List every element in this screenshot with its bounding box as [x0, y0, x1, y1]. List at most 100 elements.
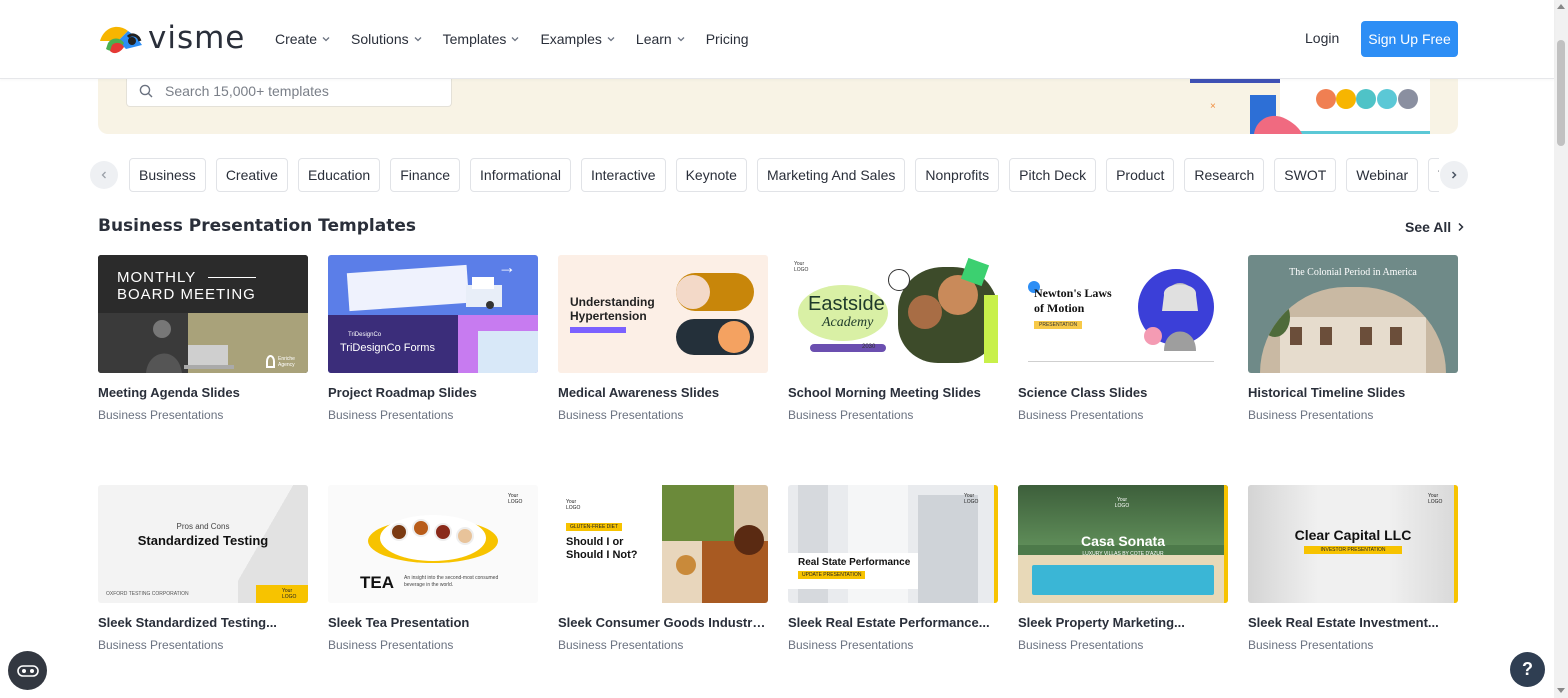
card-category: Business Presentations: [1248, 408, 1374, 422]
see-all-link[interactable]: See All: [1405, 219, 1465, 235]
template-thumbnail[interactable]: Eastside Academy 2030 Your LOGO: [788, 255, 998, 373]
template-card[interactable]: GLUTEN-FREE DIET Should I or Should I No…: [558, 485, 768, 652]
chip-interactive[interactable]: Interactive: [580, 158, 666, 192]
template-search[interactable]: [126, 79, 452, 107]
template-thumbnail[interactable]: The Colonial Period in America: [1248, 255, 1458, 373]
chip-webinar[interactable]: Webinar: [1346, 158, 1419, 192]
thumb-line1: Newton's Laws: [1034, 286, 1112, 300]
nav-examples[interactable]: Examples: [540, 28, 615, 50]
template-thumbnail[interactable]: Newton's Laws of Motion PRESENTATION: [1018, 255, 1228, 373]
template-card[interactable]: MONTHLY BOARD MEETING Enriche Agency Mee…: [98, 255, 308, 422]
template-grid-row-1: MONTHLY BOARD MEETING Enriche Agency Mee…: [98, 255, 1458, 422]
template-card[interactable]: Newton's Laws of Motion PRESENTATION Sci…: [1018, 255, 1228, 422]
card-category: Business Presentations: [558, 408, 684, 422]
category-chips: Business Creative Education Finance Info…: [129, 158, 1439, 192]
thumb-line2: Academy: [822, 315, 874, 330]
card-category: Business Presentations: [1248, 638, 1374, 652]
card-title[interactable]: Sleek Real Estate Investment...: [1248, 615, 1458, 630]
template-thumbnail[interactable]: Casa Sonata LUXURY VILLAS BY COTE D'AZUR…: [1018, 485, 1228, 603]
thumb-line1: The Colonial Period in America: [1289, 267, 1417, 278]
card-title[interactable]: Medical Awareness Slides: [558, 385, 768, 400]
person-laptop-icon: [146, 320, 234, 373]
thumb-logo-mark: [266, 355, 275, 368]
nav-solutions[interactable]: Solutions: [351, 28, 423, 50]
card-title[interactable]: School Morning Meeting Slides: [788, 385, 998, 400]
card-title[interactable]: Sleek Consumer Goods Industry...: [558, 615, 768, 630]
chip-pitch-deck[interactable]: Pitch Deck: [1009, 158, 1097, 192]
thumb-line1: Eastside: [808, 293, 885, 315]
chip-keynote[interactable]: Keynote: [675, 158, 747, 192]
chip-informational[interactable]: Informational: [470, 158, 571, 192]
help-button[interactable]: ?: [1510, 652, 1545, 687]
template-thumbnail[interactable]: MONTHLY BOARD MEETING Enriche Agency: [98, 255, 308, 373]
template-card[interactable]: TEA An insight into the second-most cons…: [328, 485, 538, 652]
site-header: visme Create Solutions Templates Example…: [0, 0, 1554, 79]
chip-nonprofits[interactable]: Nonprofits: [915, 158, 1000, 192]
nav-templates[interactable]: Templates: [443, 28, 521, 50]
template-card[interactable]: Casa Sonata LUXURY VILLAS BY COTE D'AZUR…: [1018, 485, 1228, 652]
chip-product[interactable]: Product: [1106, 158, 1175, 192]
template-thumbnail[interactable]: Pros and Cons Standardized Testing Your …: [98, 485, 308, 603]
card-category: Business Presentations: [788, 638, 914, 652]
card-title[interactable]: Sleek Property Marketing...: [1018, 615, 1228, 630]
card-title[interactable]: Sleek Tea Presentation: [328, 615, 538, 630]
search-input[interactable]: [165, 82, 425, 99]
chevron-down-icon: [607, 37, 615, 42]
template-card[interactable]: Understanding Hypertension Medical Aware…: [558, 255, 768, 422]
template-thumbnail[interactable]: → TriDesignCo TriDesignCo Forms: [328, 255, 538, 373]
template-card[interactable]: Eastside Academy 2030 Your LOGO School M…: [788, 255, 998, 422]
category-prev-button[interactable]: [90, 161, 118, 189]
chip-research[interactable]: Research: [1184, 158, 1265, 192]
thumb-line2: Standardized Testing: [137, 533, 269, 548]
template-card[interactable]: Pros and Cons Standardized Testing Your …: [98, 485, 308, 652]
template-card[interactable]: The Colonial Period in America Historica…: [1248, 255, 1458, 422]
thumb-footer: OXFORD TESTING CORPORATION: [106, 591, 189, 597]
chip-creative[interactable]: Creative: [215, 158, 288, 192]
card-title[interactable]: Project Roadmap Slides: [328, 385, 538, 400]
scroll-down-icon[interactable]: [1557, 688, 1565, 693]
card-title[interactable]: Historical Timeline Slides: [1248, 385, 1458, 400]
template-thumbnail[interactable]: TEA An insight into the second-most cons…: [328, 485, 538, 603]
page-scrollbar[interactable]: [1554, 0, 1568, 698]
card-title[interactable]: Science Class Slides: [1018, 385, 1228, 400]
chevron-left-icon: [101, 171, 106, 179]
card-category: Business Presentations: [328, 638, 454, 652]
template-card[interactable]: Clear Capital LLC INVESTOR PRESENTATION …: [1248, 485, 1458, 652]
visme-logo[interactable]: visme: [98, 20, 245, 56]
template-card[interactable]: Real State Performance UPDATE PRESENTATI…: [788, 485, 998, 652]
scroll-up-icon[interactable]: [1557, 4, 1565, 9]
card-title[interactable]: Sleek Real Estate Performance...: [788, 615, 998, 630]
template-thumbnail[interactable]: Clear Capital LLC INVESTOR PRESENTATION …: [1248, 485, 1458, 603]
nav-pricing[interactable]: Pricing: [706, 28, 749, 50]
card-title[interactable]: Sleek Standardized Testing...: [98, 615, 308, 630]
hero-illustration: ×: [1190, 79, 1430, 134]
chip-swot[interactable]: SWOT: [1274, 158, 1337, 192]
svg-text:×: ×: [1210, 101, 1216, 112]
signup-button[interactable]: Sign Up Free: [1361, 21, 1458, 57]
template-thumbnail[interactable]: GLUTEN-FREE DIET Should I or Should I No…: [558, 485, 768, 603]
thumb-line1: Should I or: [566, 536, 624, 548]
card-category: Business Presentations: [98, 408, 224, 422]
accessibility-button[interactable]: [8, 651, 47, 690]
chip-finance[interactable]: Finance: [390, 158, 461, 192]
thumb-line1: Understanding: [570, 295, 655, 309]
thumb-tag: INVESTOR PRESENTATION: [1304, 546, 1402, 554]
chip-education[interactable]: Education: [297, 158, 381, 192]
card-title[interactable]: Meeting Agenda Slides: [98, 385, 308, 400]
nav-create[interactable]: Create: [275, 28, 331, 50]
chip-training-courses[interactable]: Training Courses: [1428, 158, 1439, 192]
chevron-down-icon: [322, 37, 330, 42]
chip-marketing-and-sales[interactable]: Marketing And Sales: [756, 158, 906, 192]
nav-pricing-label: Pricing: [705, 31, 749, 47]
template-thumbnail[interactable]: Understanding Hypertension: [558, 255, 768, 373]
scroll-thumb[interactable]: [1557, 40, 1565, 146]
category-next-button[interactable]: [1440, 161, 1468, 189]
card-category: Business Presentations: [328, 408, 454, 422]
thumb-line2: of Motion: [1034, 301, 1085, 315]
nav-learn[interactable]: Learn: [636, 28, 686, 50]
login-link[interactable]: Login: [1305, 30, 1339, 46]
template-thumbnail[interactable]: Real State Performance UPDATE PRESENTATI…: [788, 485, 998, 603]
chip-business[interactable]: Business: [129, 158, 206, 192]
card-category: Business Presentations: [98, 638, 224, 652]
template-card[interactable]: → TriDesignCo TriDesignCo Forms Project …: [328, 255, 538, 422]
